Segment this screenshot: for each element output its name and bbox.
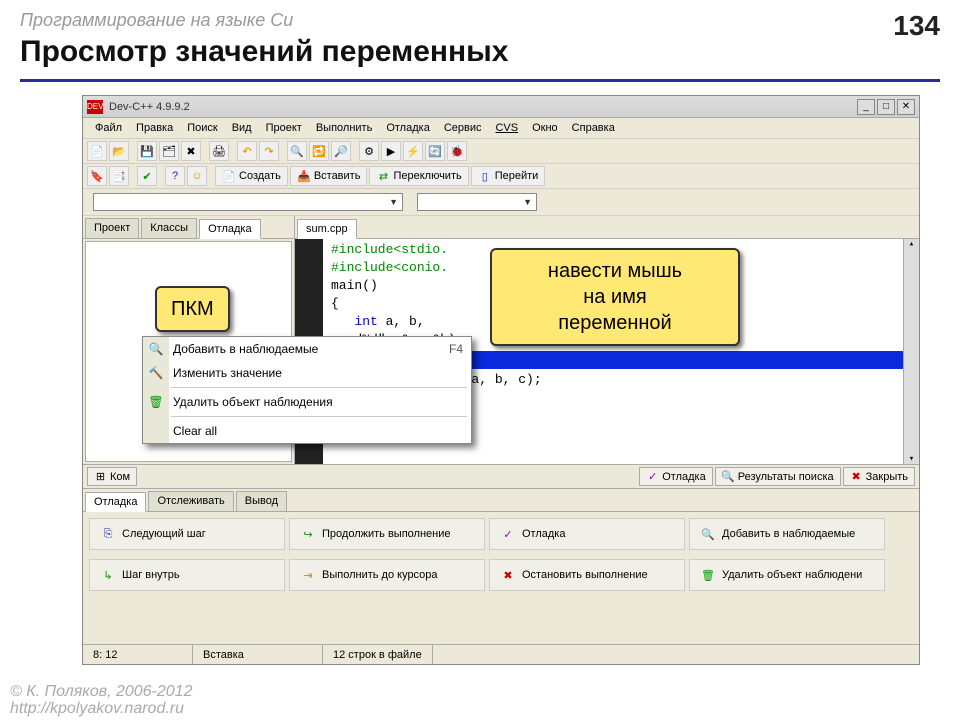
- menu-project[interactable]: Проект: [260, 120, 308, 136]
- debug-panel: ⎘Следующий шаг ↪Продолжить выполнение ✓О…: [83, 512, 919, 602]
- menu-edit[interactable]: Правка: [130, 120, 179, 136]
- menu-view[interactable]: Вид: [226, 120, 258, 136]
- replace-icon[interactable]: 🔁: [309, 141, 329, 161]
- callout-rmb: ПКМ: [155, 286, 230, 332]
- bookmark-icon[interactable]: 🔖: [87, 166, 107, 186]
- save-icon[interactable]: 💾: [137, 141, 157, 161]
- tab-search-results[interactable]: 🔍Результаты поиска: [715, 467, 841, 486]
- status-mode: Вставка: [193, 645, 323, 664]
- minimize-button[interactable]: _: [857, 99, 875, 115]
- tab-compile[interactable]: ⊞Ком: [87, 467, 137, 486]
- chevron-down-icon: ▼: [389, 197, 398, 207]
- tab-debug[interactable]: Отладка: [199, 219, 260, 239]
- menu-search[interactable]: Поиск: [181, 120, 223, 136]
- menu-window[interactable]: Окно: [526, 120, 564, 136]
- window-title: Dev-C++ 4.9.9.2: [109, 101, 857, 113]
- hammer-icon: 🔨: [147, 364, 165, 382]
- status-pos: 8: 12: [83, 645, 193, 664]
- menu-run[interactable]: Выполнить: [310, 120, 378, 136]
- menu-help[interactable]: Справка: [566, 120, 621, 136]
- subtab-watch[interactable]: Отслеживать: [148, 491, 233, 511]
- slide-number: 134: [893, 10, 940, 42]
- switch-button[interactable]: ⇄Переключить: [369, 166, 468, 186]
- debug-run-icon[interactable]: 🐞: [447, 141, 467, 161]
- run-to-cursor-button[interactable]: ⇥Выполнить до курсора: [289, 559, 485, 591]
- create-button[interactable]: 📄Создать: [215, 166, 288, 186]
- toolbar-3: ▼ ▼: [83, 189, 919, 216]
- slide-rule: [20, 79, 940, 82]
- run-icon[interactable]: ▶: [381, 141, 401, 161]
- menu-service[interactable]: Сервис: [438, 120, 488, 136]
- trash-icon: 🗑: [147, 393, 165, 411]
- tab-close-output[interactable]: ✖Закрыть: [843, 467, 915, 486]
- print-icon[interactable]: 🖨: [209, 141, 229, 161]
- findnext-icon[interactable]: 🔎: [331, 141, 351, 161]
- magnifier-icon: 🔍: [147, 340, 165, 358]
- next-step-button[interactable]: ⎘Следующий шаг: [89, 518, 285, 550]
- compile-icon[interactable]: ⚙: [359, 141, 379, 161]
- menubar: Файл Правка Поиск Вид Проект Выполнить О…: [83, 118, 919, 139]
- switch-label: Переключить: [393, 170, 461, 182]
- tab-project[interactable]: Проект: [85, 218, 139, 238]
- editor-tab[interactable]: sum.cpp: [297, 219, 357, 239]
- callout-hover: навести мышь на имя переменной: [490, 248, 740, 346]
- undo-icon[interactable]: ↶: [237, 141, 257, 161]
- stop-button[interactable]: ✖Остановить выполнение: [489, 559, 685, 591]
- insert-button[interactable]: 📥Вставить: [290, 166, 368, 186]
- add-watch-button[interactable]: 🔍Добавить в наблюдаемые: [689, 518, 885, 550]
- menu-file[interactable]: Файл: [89, 120, 128, 136]
- help-icon[interactable]: ?: [165, 166, 185, 186]
- check-icon[interactable]: ✔: [137, 166, 157, 186]
- toolbar-2: 🔖 📑 ✔ ? ☺ 📄Создать 📥Вставить ⇄Переключит…: [83, 164, 919, 189]
- slide-footer: © К. Поляков, 2006-2012 http://kpolyakov…: [10, 683, 192, 718]
- about-icon[interactable]: ☺: [187, 166, 207, 186]
- menu-debug[interactable]: Отладка: [380, 120, 435, 136]
- continue-button[interactable]: ↪Продолжить выполнение: [289, 518, 485, 550]
- rebuild-icon[interactable]: 🔄: [425, 141, 445, 161]
- ctx-add-watch[interactable]: 🔍 Добавить в наблюдаемые F4: [143, 337, 471, 361]
- compilerun-icon[interactable]: ⚡: [403, 141, 423, 161]
- ctx-delete-watch[interactable]: 🗑 Удалить объект наблюдения: [143, 390, 471, 414]
- delete-watch-button[interactable]: 🗑Удалить объект наблюдени: [689, 559, 885, 591]
- tab-output-debug[interactable]: ✓Отладка: [639, 467, 712, 486]
- redo-icon[interactable]: ↷: [259, 141, 279, 161]
- ctx-clear-all[interactable]: Clear all: [143, 419, 471, 443]
- create-label: Создать: [239, 170, 281, 182]
- close-button[interactable]: ✕: [897, 99, 915, 115]
- close-file-icon[interactable]: ✖: [181, 141, 201, 161]
- subtab-debug[interactable]: Отладка: [85, 492, 146, 512]
- debug-button[interactable]: ✓Отладка: [489, 518, 685, 550]
- menu-cvs[interactable]: CVS: [489, 120, 524, 136]
- toolbar-1: 📄 📂 💾 🗂 ✖ 🖨 ↶ ↷ 🔍 🔁 🔎 ⚙ ▶ ⚡ 🔄 🐞: [83, 139, 919, 164]
- app-icon: DEV: [87, 100, 103, 114]
- slide-title: Просмотр значений переменных: [20, 35, 940, 69]
- tab-classes[interactable]: Классы: [141, 218, 197, 238]
- statusbar: 8: 12 Вставка 12 строк в файле: [83, 644, 919, 664]
- separator: [171, 387, 467, 388]
- chevron-down-icon: ▼: [523, 197, 532, 207]
- status-lines: 12 строк в файле: [323, 645, 433, 664]
- separator: [171, 416, 467, 417]
- saveall-icon[interactable]: 🗂: [159, 141, 179, 161]
- new-icon[interactable]: 📄: [87, 141, 107, 161]
- titlebar[interactable]: DEV Dev-C++ 4.9.9.2 _ □ ✕: [83, 96, 919, 118]
- shortcut: F4: [449, 342, 463, 356]
- bottom-output-tabs: ⊞Ком ✓Отладка 🔍Результаты поиска ✖Закрыт…: [83, 464, 919, 489]
- ctx-modify-value[interactable]: 🔨 Изменить значение: [143, 361, 471, 385]
- left-tabs: Проект Классы Отладка: [83, 216, 294, 239]
- open-icon[interactable]: 📂: [109, 141, 129, 161]
- subtab-output[interactable]: Вывод: [236, 491, 287, 511]
- find-icon[interactable]: 🔍: [287, 141, 307, 161]
- context-menu: 🔍 Добавить в наблюдаемые F4 🔨 Изменить з…: [142, 336, 472, 444]
- goto-label: Перейти: [495, 170, 539, 182]
- goto-bookmark-icon[interactable]: 📑: [109, 166, 129, 186]
- scrollbar-v[interactable]: [903, 239, 919, 464]
- slide-supertitle: Программирование на языке Си: [20, 10, 940, 31]
- maximize-button[interactable]: □: [877, 99, 895, 115]
- step-into-button[interactable]: ↳Шаг внутрь: [89, 559, 285, 591]
- target-dropdown[interactable]: ▼: [417, 193, 537, 211]
- goto-button[interactable]: ▯Перейти: [471, 166, 546, 186]
- config-dropdown[interactable]: ▼: [93, 193, 403, 211]
- insert-label: Вставить: [314, 170, 361, 182]
